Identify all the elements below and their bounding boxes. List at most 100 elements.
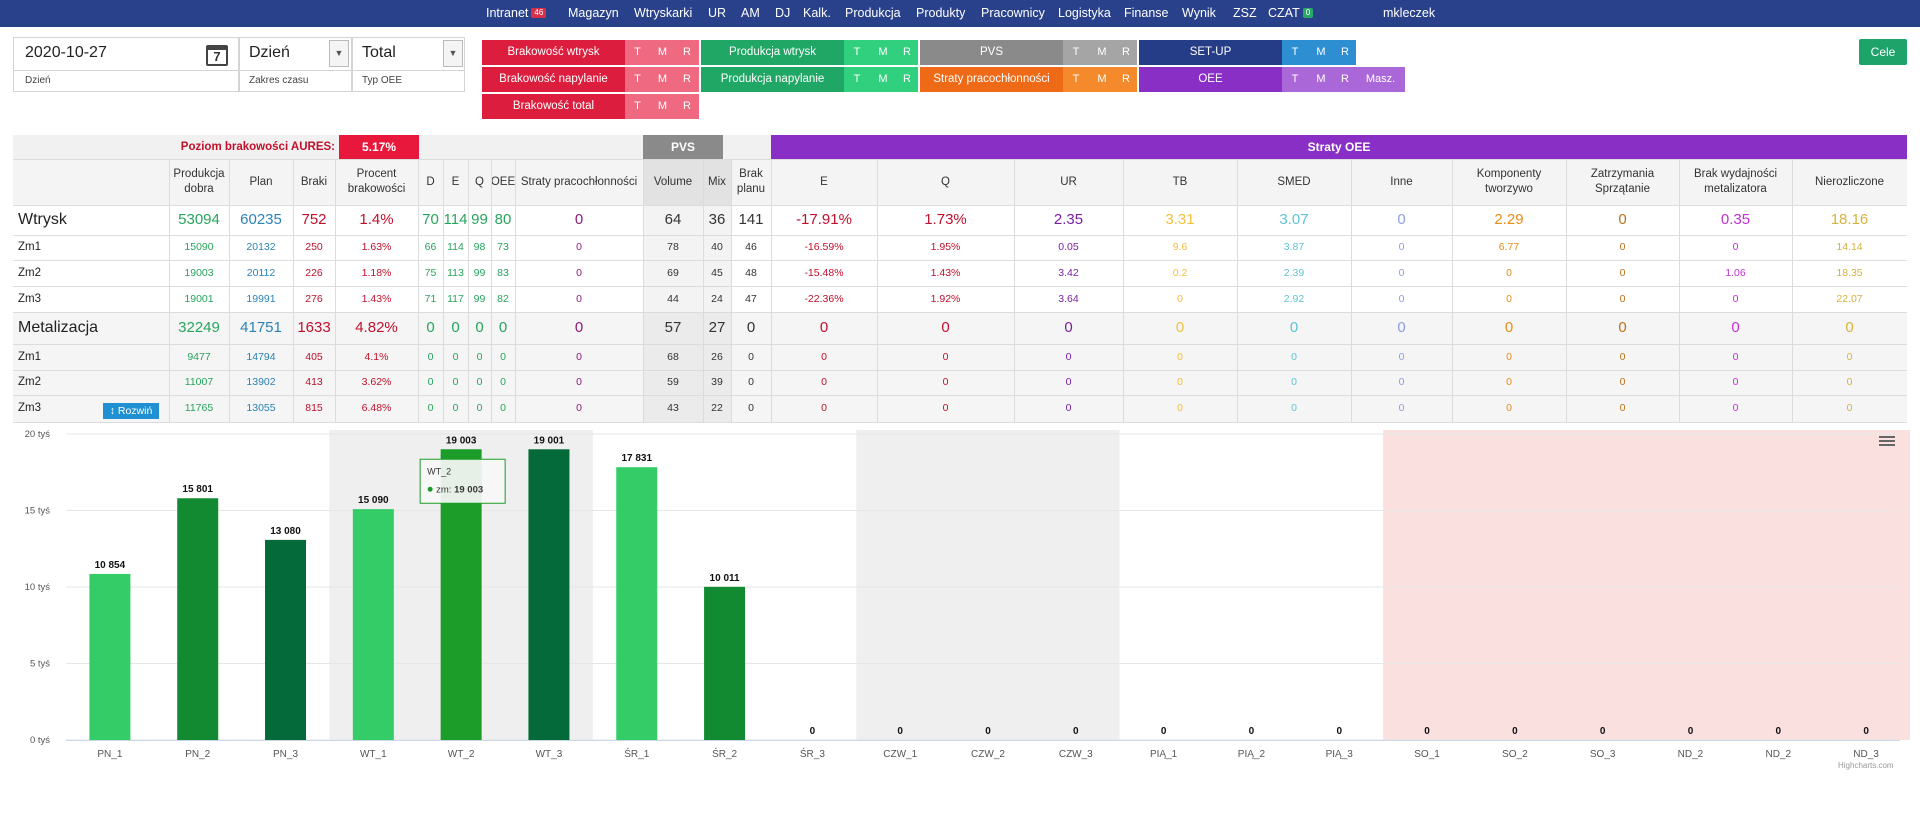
pvs-m[interactable]: M	[1089, 40, 1115, 65]
nav-intranet[interactable]: Intranet 46	[486, 0, 547, 27]
x-tick-label: CZW_1	[883, 749, 917, 760]
oee-select-value[interactable]: Total	[362, 44, 396, 62]
table-cell: 0	[1619, 241, 1626, 253]
user-menu[interactable]: mkleczek	[1383, 0, 1435, 27]
brakowosc-wtrysk-r[interactable]: R	[675, 40, 699, 65]
straty-m[interactable]: M	[1089, 67, 1115, 92]
nav-produkty[interactable]: Produkty	[916, 0, 965, 27]
setup-button[interactable]: SET-UP	[1139, 40, 1282, 65]
table-cell: 0	[1506, 402, 1512, 414]
x-tick-label: ND_3	[1853, 749, 1879, 760]
row-label: Zm2	[18, 376, 41, 388]
range-filter[interactable]: Dzień ▼ Zakres czasu	[239, 37, 352, 92]
table-cell: 0	[941, 319, 950, 336]
table-cell: 15090	[184, 241, 214, 253]
table-cell: 0	[426, 319, 435, 336]
chevron-down-icon[interactable]: ▼	[443, 40, 463, 67]
column-header: Straty pracochłonności	[515, 159, 643, 205]
oee-masz[interactable]: Masz.	[1356, 67, 1405, 92]
table-cell: 0	[942, 351, 949, 363]
table-cell: 0	[1506, 267, 1512, 279]
calendar-icon[interactable]: 7	[206, 45, 228, 66]
table-cell: 1.92%	[930, 293, 961, 305]
table-cell: 1633	[297, 319, 331, 336]
brakowosc-total-m[interactable]: M	[650, 94, 675, 119]
row-label: Zm1	[18, 241, 41, 253]
produkcja-napylanie-button[interactable]: Produkcja napylanie	[701, 67, 844, 92]
chevron-down-icon[interactable]: ▼	[329, 40, 349, 67]
setup-t[interactable]: T	[1282, 40, 1308, 65]
nav-wtryskarki[interactable]: Wtryskarki	[634, 0, 692, 27]
brakowosc-napylanie-t[interactable]: T	[625, 67, 650, 92]
oee-r[interactable]: R	[1334, 67, 1356, 92]
column-header: TB	[1123, 159, 1237, 205]
range-select-value[interactable]: Dzień	[249, 44, 290, 62]
table-cell: 1.43%	[361, 293, 392, 305]
straty-r[interactable]: R	[1115, 67, 1137, 92]
brakowosc-total-t[interactable]: T	[625, 94, 650, 119]
brakowosc-total-button[interactable]: Brakowość total	[482, 94, 625, 119]
nav-logistyka[interactable]: Logistyka	[1058, 0, 1111, 27]
setup-m[interactable]: M	[1308, 40, 1334, 65]
produkcja-wtrysk-t[interactable]: T	[844, 40, 870, 65]
oee-type-filter[interactable]: Total ▼ Typ OEE	[352, 37, 465, 92]
date-filter[interactable]: 2020-10-27 7 Dzień	[13, 37, 239, 92]
table-cell: 0	[1506, 293, 1512, 305]
table-cell: 0	[1619, 293, 1626, 305]
produkcja-wtrysk-m[interactable]: M	[870, 40, 896, 65]
table-cell: 0	[576, 293, 582, 305]
produkcja-napylanie-r[interactable]: R	[896, 67, 918, 92]
nav-am[interactable]: AM	[741, 0, 760, 27]
tooltip-title: WT_2	[427, 466, 451, 476]
table-cell: 815	[305, 402, 323, 414]
produkcja-napylanie-t[interactable]: T	[844, 67, 870, 92]
brakowosc-total-r[interactable]: R	[675, 94, 699, 119]
nav-pracownicy[interactable]: Pracownicy	[981, 0, 1045, 27]
nav-zsz[interactable]: ZSZ	[1233, 0, 1257, 27]
nav-dj[interactable]: DJ	[775, 0, 790, 27]
oee-t[interactable]: T	[1282, 67, 1308, 92]
brakowosc-wtrysk-t[interactable]: T	[625, 40, 650, 65]
straty-t[interactable]: T	[1063, 67, 1089, 92]
produkcja-napylanie-m[interactable]: M	[870, 67, 896, 92]
table-cell: 0	[819, 319, 829, 336]
brakowosc-napylanie-button[interactable]: Brakowość napylanie	[482, 67, 625, 92]
table-cell: 0	[1618, 211, 1627, 228]
setup-r[interactable]: R	[1334, 40, 1356, 65]
nav-finanse[interactable]: Finanse	[1124, 0, 1168, 27]
table-cell: 3.64	[1058, 293, 1079, 305]
brakowosc-napylanie-m[interactable]: M	[650, 67, 675, 92]
row-label: Wtrysk	[18, 211, 67, 228]
brakowosc-napylanie-r[interactable]: R	[675, 67, 699, 92]
produkcja-wtrysk-button[interactable]: Produkcja wtrysk	[701, 40, 844, 65]
pvs-r[interactable]: R	[1115, 40, 1137, 65]
nav-magazyn[interactable]: Magazyn	[568, 0, 619, 27]
brakowosc-wtrysk-m[interactable]: M	[650, 40, 675, 65]
cele-button[interactable]: Cele	[1859, 39, 1907, 65]
table-cell: -22.36%	[804, 293, 844, 305]
date-input[interactable]: 2020-10-27	[25, 44, 107, 62]
nav-kalk[interactable]: Kalk.	[803, 0, 831, 27]
brakowosc-wtrysk-button[interactable]: Brakowość wtrysk	[482, 40, 625, 65]
pvs-t[interactable]: T	[1063, 40, 1089, 65]
table-cell: 226	[305, 267, 323, 279]
table-cell: 0	[427, 351, 434, 363]
nav-ur[interactable]: UR	[708, 0, 726, 27]
oee-button[interactable]: OEE	[1139, 67, 1282, 92]
pvs-button[interactable]: PVS	[920, 40, 1063, 65]
column-header: OEE	[491, 159, 515, 205]
y-tick-label: 20 tyś	[25, 429, 51, 440]
oee-m[interactable]: M	[1308, 67, 1334, 92]
highcharts-credit[interactable]: Highcharts.com	[1838, 761, 1894, 770]
table-cell: 0	[1175, 319, 1185, 336]
straty-pracochlonnosci-button[interactable]: Straty pracochłonności	[920, 67, 1063, 92]
hamburger-menu-icon[interactable]	[1878, 434, 1896, 450]
nav-wynik[interactable]: Wynik	[1182, 0, 1216, 27]
table-cell: 3.31	[1165, 211, 1195, 228]
table-cell: 3.87	[1283, 241, 1305, 253]
nav-produkcja[interactable]: Produkcja	[845, 0, 901, 27]
nav-czat[interactable]: CZAT 0	[1268, 0, 1314, 27]
rozwin-button[interactable]: ↕ Rozwiń	[103, 403, 159, 419]
data-label: 19 001	[534, 435, 565, 446]
produkcja-wtrysk-r[interactable]: R	[896, 40, 918, 65]
